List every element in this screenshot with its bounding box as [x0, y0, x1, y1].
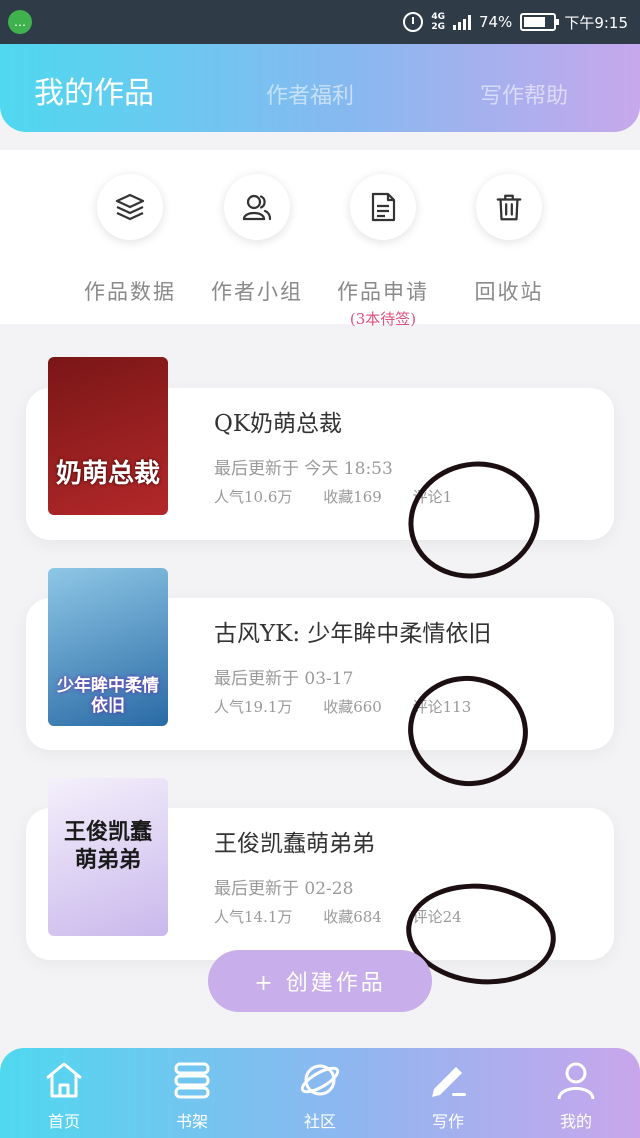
clock: 下午9:15 [564, 13, 628, 32]
nav-label: 写作 [431, 1112, 464, 1131]
works-application-button[interactable]: 作品申请 (3本待签) [313, 174, 453, 329]
tab-author-benefits[interactable]: 作者福利 [266, 78, 354, 110]
nav-label: 我的 [559, 1112, 592, 1131]
favorites: 收藏684 [323, 908, 382, 926]
popularity: 人气14.1万 [214, 908, 293, 926]
tab-writing-help[interactable]: 写作帮助 [480, 78, 568, 110]
cover-title: 王俊凯蠢萌弟弟 [63, 819, 152, 873]
author-group-button[interactable]: 作者小组 [187, 174, 327, 306]
nav-bookshelf[interactable]: 书架 [142, 1058, 242, 1132]
nav-home[interactable]: 首页 [14, 1058, 114, 1132]
document-icon [350, 174, 416, 240]
action-label: 作者小组 [211, 280, 303, 304]
action-label: 作品数据 [84, 280, 176, 304]
work-updated: 最后更新于 03-17 [214, 669, 354, 689]
tab-my-works[interactable]: 我的作品 [34, 68, 154, 112]
home-icon [14, 1058, 114, 1102]
profile-icon [526, 1058, 626, 1102]
status-bar: … 4G 2G 74% 下午9:15 [0, 0, 640, 44]
nav-write[interactable]: 写作 [398, 1058, 498, 1132]
favorites: 收藏660 [323, 698, 382, 716]
action-label: 回收站 [474, 280, 544, 304]
alarm-icon [403, 12, 424, 32]
group-icon [224, 174, 290, 240]
quick-actions: 作品数据 作者小组 作品申请 (3本待签) 回收站 [0, 150, 640, 328]
works-data-button[interactable]: 作品数据 [60, 174, 200, 306]
layers-icon [97, 174, 163, 240]
bookshelf-icon [142, 1058, 242, 1102]
network-4g: 4G [431, 12, 445, 22]
work-title: 古风YK: 少年眸中柔情依旧 [214, 621, 492, 647]
network-2g: 2G [431, 22, 445, 32]
action-label: 作品申请 [337, 280, 429, 304]
battery-icon [520, 13, 560, 31]
work-title: 王俊凯蠢萌弟弟 [214, 831, 375, 857]
nav-label: 书架 [175, 1112, 208, 1131]
book-cover[interactable]: 少年眸中柔情依旧 [48, 568, 168, 726]
nav-label: 社区 [303, 1112, 336, 1131]
nav-label: 首页 [47, 1112, 80, 1131]
work-updated: 最后更新于 02-28 [214, 879, 354, 899]
network-type: 4G 2G [431, 12, 445, 32]
nav-profile[interactable]: 我的 [526, 1058, 626, 1132]
work-updated: 最后更新于 今天 18:53 [214, 459, 393, 479]
popularity: 人气10.6万 [214, 488, 293, 506]
cover-title: 奶萌总裁 [55, 459, 160, 489]
signal-icon [452, 14, 471, 30]
pen-icon [398, 1058, 498, 1102]
book-cover[interactable]: 奶萌总裁 [48, 357, 168, 515]
nav-community[interactable]: 社区 [270, 1058, 370, 1132]
chat-notification-icon: … [8, 10, 32, 34]
favorites: 收藏169 [323, 488, 382, 506]
cover-title: 少年眸中柔情依旧 [57, 676, 159, 716]
header: 我的作品 作者福利 写作帮助 [0, 44, 640, 132]
trash-icon [476, 174, 542, 240]
recycle-bin-button[interactable]: 回收站 [439, 174, 579, 306]
pending-sign-count: (3本待签) [349, 310, 417, 328]
book-cover[interactable]: 王俊凯蠢萌弟弟 [48, 778, 168, 936]
popularity: 人气19.1万 [214, 698, 293, 716]
create-work-button[interactable]: + 创建作品 [208, 950, 432, 1012]
work-title: QK奶萌总裁 [214, 411, 343, 437]
planet-icon [270, 1058, 370, 1102]
bottom-nav: 首页 书架 社区 写作 我的 [0, 1048, 640, 1138]
battery-percent: 74% [478, 13, 513, 31]
